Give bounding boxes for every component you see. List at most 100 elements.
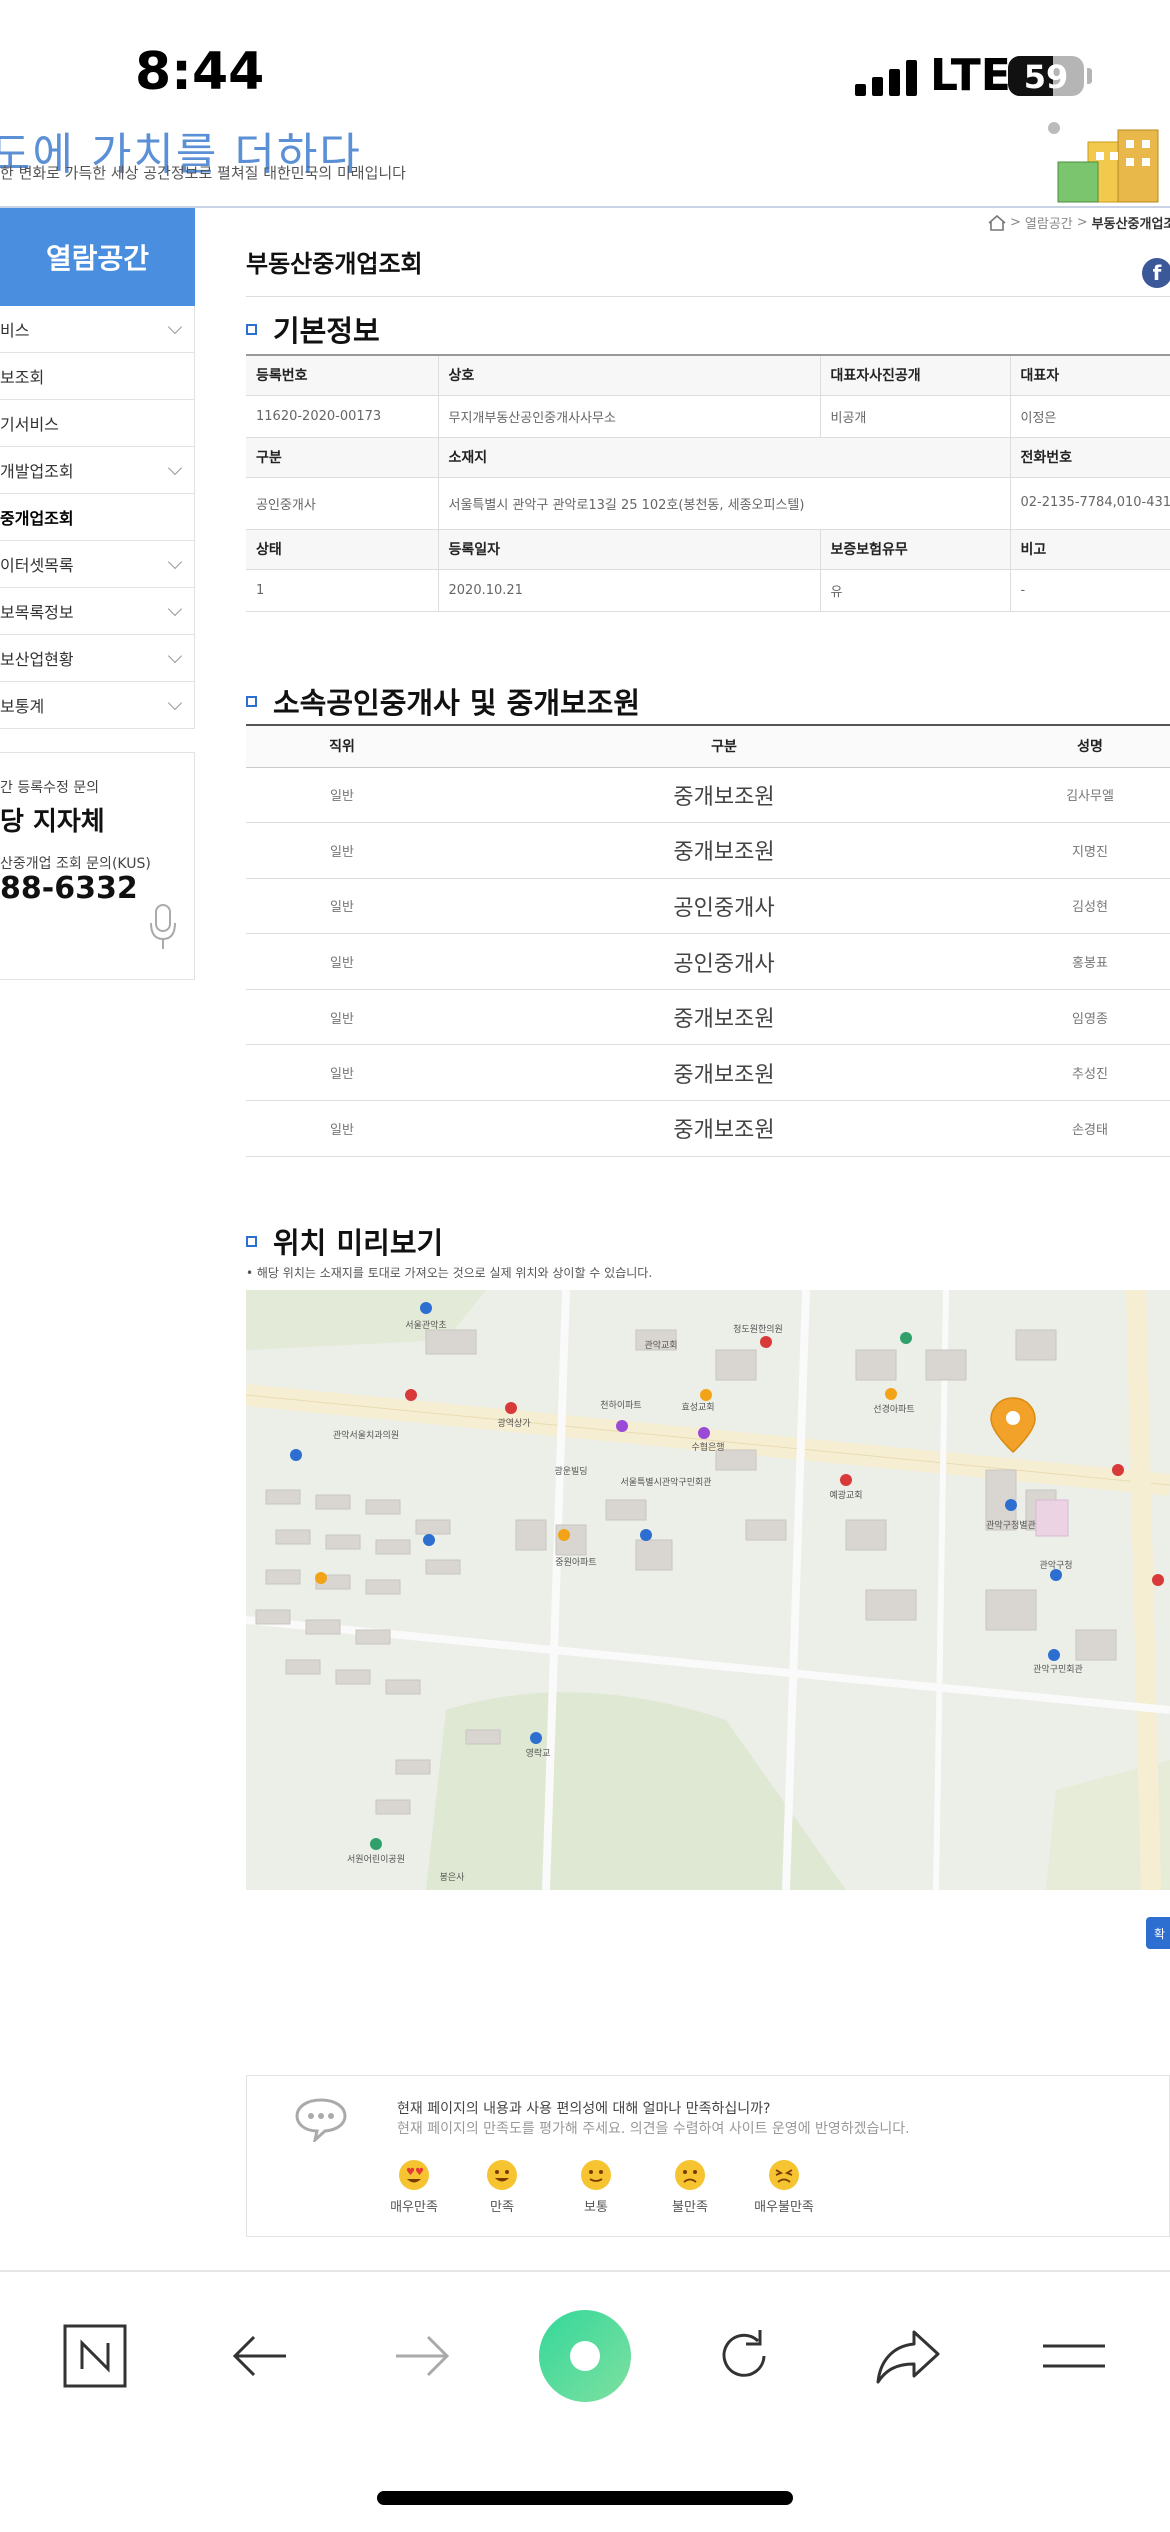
sidebar-item-industry-status[interactable]: 보산업현황 [0, 635, 194, 682]
share-arrow-icon [876, 2330, 940, 2384]
forward-arrow-icon [396, 2335, 450, 2377]
sidebar-item-service[interactable]: 비스 [0, 306, 194, 353]
green-dot-icon [539, 2310, 631, 2402]
svg-text:♥: ♥ [406, 2167, 415, 2178]
th-reg-date: 등록일자 [438, 529, 821, 570]
map-label: 관악교회 [644, 1339, 677, 1351]
sidebar-item-electric-service[interactable]: 기서비스 [0, 400, 194, 447]
rating-very-satisfied[interactable]: ♥ ♥ 매우만족 [369, 2160, 459, 2215]
map-label: 광운빌딩 [554, 1465, 587, 1477]
status-time: 8:44 [135, 42, 265, 102]
table-row: 일반 중개보조원 지명진 [246, 822, 1170, 879]
header-illustration [1048, 122, 1159, 203]
table-row: 일반 중개보조원 추성진 [246, 1044, 1170, 1102]
rating-satisfied[interactable]: 만족 [457, 2160, 547, 2215]
sidebar-item-label: 이터셋목록 [0, 556, 74, 575]
naver-n-icon [63, 2324, 127, 2388]
sidebar-item-dataset-list[interactable]: 이터셋목록 [0, 541, 194, 588]
map-label: 서울관악초 [405, 1319, 446, 1331]
sidebar-item-label: 보목록정보 [0, 603, 74, 622]
sidebar-item-developer-lookup[interactable]: 개발업조회 [0, 447, 194, 494]
members-title: 소속공인중개사 및 중개보조원 [273, 686, 641, 720]
table-row: 일반 공인중개사 김성현 [246, 878, 1170, 935]
th-insurance: 보증보험유무 [820, 529, 1011, 570]
map-label: 봉은사 [440, 1872, 466, 1883]
rating-label: 만족 [490, 2200, 514, 2215]
facebook-icon[interactable]: f [1142, 258, 1170, 288]
photo-value: 비공개 [820, 395, 1011, 438]
th-status: 상태 [246, 529, 439, 570]
rating-unsatisfied[interactable]: 불만족 [645, 2160, 735, 2215]
member-name: 손경태 [1010, 1100, 1170, 1157]
grinning-emoji-icon [487, 2160, 517, 2190]
survey-question: 현재 페이지의 내용과 사용 편의성에 대해 얼마나 만족하십니까? [397, 2101, 771, 2117]
sidebar-menu: 비스 보조회 기서비스 개발업조회 중개업조회 이터셋목록 보목록정보 보산업현… [0, 306, 195, 729]
company-value: 무지개부동산공인중개사사무소 [438, 395, 821, 438]
breadcrumb-sep: > [1010, 215, 1021, 230]
rating-very-unsatisfied[interactable]: 매우불만족 [739, 2160, 829, 2215]
member-category: 중개보조원 [438, 989, 1010, 1046]
table-row: 일반 중개보조원 손경태 [246, 1100, 1170, 1157]
battery-level: 59 [1023, 58, 1069, 96]
sidebar-item-label: 보통계 [0, 697, 45, 716]
sidebar-item-label: 기서비스 [0, 415, 59, 434]
map-label: 청도원한의원 [733, 1324, 783, 1335]
survey-subtext: 현재 페이지의 만족도를 평가해 주세요. 의견을 수렴하여 사이트 운영에 반… [397, 2121, 910, 2137]
home-icon[interactable] [988, 214, 1006, 231]
reload-button[interactable] [704, 2316, 784, 2396]
sidebar-item-info-lookup[interactable]: 보조회 [0, 353, 194, 400]
chevron-down-icon [167, 319, 183, 334]
member-category: 공인중개사 [438, 878, 1010, 935]
map-label: 선경아파트 [873, 1403, 914, 1415]
share-button[interactable] [868, 2316, 948, 2396]
contact-phone: 88-6332 [0, 871, 138, 906]
sidebar-item-label: 개발업조회 [0, 462, 74, 481]
member-name: 홍봉표 [1010, 933, 1170, 990]
map-action-button[interactable]: 확 [1146, 1917, 1170, 1949]
menu-button[interactable] [1034, 2316, 1114, 2396]
back-button[interactable] [220, 2316, 300, 2396]
home-indicator[interactable] [377, 2491, 793, 2505]
sidebar-item-statistics[interactable]: 보통계 [0, 682, 194, 729]
map-label: 천하이파트 [600, 1400, 641, 1411]
th-address: 소재지 [438, 437, 1011, 478]
chevron-down-icon [167, 460, 183, 475]
member-name: 추성진 [1010, 1044, 1170, 1102]
green-dot-button[interactable] [537, 2308, 633, 2404]
member-name: 임영종 [1010, 989, 1170, 1046]
map-label: 효성교회 [681, 1402, 714, 1413]
address-value: 서울특별시 관악구 관악로13길 25 102호(봉천동, 세종오피스텔) [438, 477, 1011, 530]
breadcrumb-parent[interactable]: 열람공간 [1025, 213, 1073, 232]
breadcrumb: > 열람공간 > 부동산중개업조회 [988, 213, 1170, 232]
th-representative: 대표자 [1010, 355, 1170, 396]
th-note: 비고 [1010, 529, 1170, 570]
tired-emoji-icon [769, 2160, 799, 2190]
title-divider [246, 296, 1170, 297]
map-title: 위치 미리보기 [273, 1226, 444, 1260]
battery-icon: 59 [1008, 56, 1084, 96]
forward-button[interactable] [382, 2316, 462, 2396]
sidebar-item-info-catalog[interactable]: 보목록정보 [0, 588, 194, 635]
member-position: 일반 [246, 878, 438, 935]
map-label: 관악구민회관 [1033, 1663, 1083, 1675]
table-row: 일반 중개보조원 김사무엘 [246, 767, 1170, 824]
chevron-down-icon [167, 601, 183, 616]
th-type: 구분 [246, 437, 439, 478]
naver-home-button[interactable] [55, 2316, 135, 2396]
contact-label-edit: 간 등록수정 문의 [0, 780, 100, 796]
table-row: 일반 중개보조원 임영종 [246, 989, 1170, 1046]
svg-text:♥: ♥ [415, 2167, 424, 2178]
rating-neutral[interactable]: 보통 [551, 2160, 641, 2215]
th-phone: 전화번호 [1010, 437, 1170, 478]
sidebar-item-broker-lookup[interactable]: 중개업조회 [0, 494, 194, 541]
contact-box: 간 등록수정 문의 당 지자체 산중개업 조회 문의(KUS) 88-6332 [0, 752, 195, 980]
map-label: 관악구청별관 [986, 1519, 1036, 1531]
contact-value-edit: 당 지자체 [0, 807, 105, 837]
member-category: 공인중개사 [438, 933, 1010, 990]
location-map[interactable]: 서울관악초 관악교회 청도원한의원 관악서울치과의원 광운빌딩 천하이파트 효성… [246, 1290, 1170, 1890]
th-name: 성명 [1010, 725, 1170, 768]
note-value: - [1010, 569, 1170, 612]
map-heading: 위치 미리보기 [246, 1220, 443, 1262]
rating-label: 매우불만족 [754, 2200, 814, 2215]
member-position: 일반 [246, 767, 438, 824]
